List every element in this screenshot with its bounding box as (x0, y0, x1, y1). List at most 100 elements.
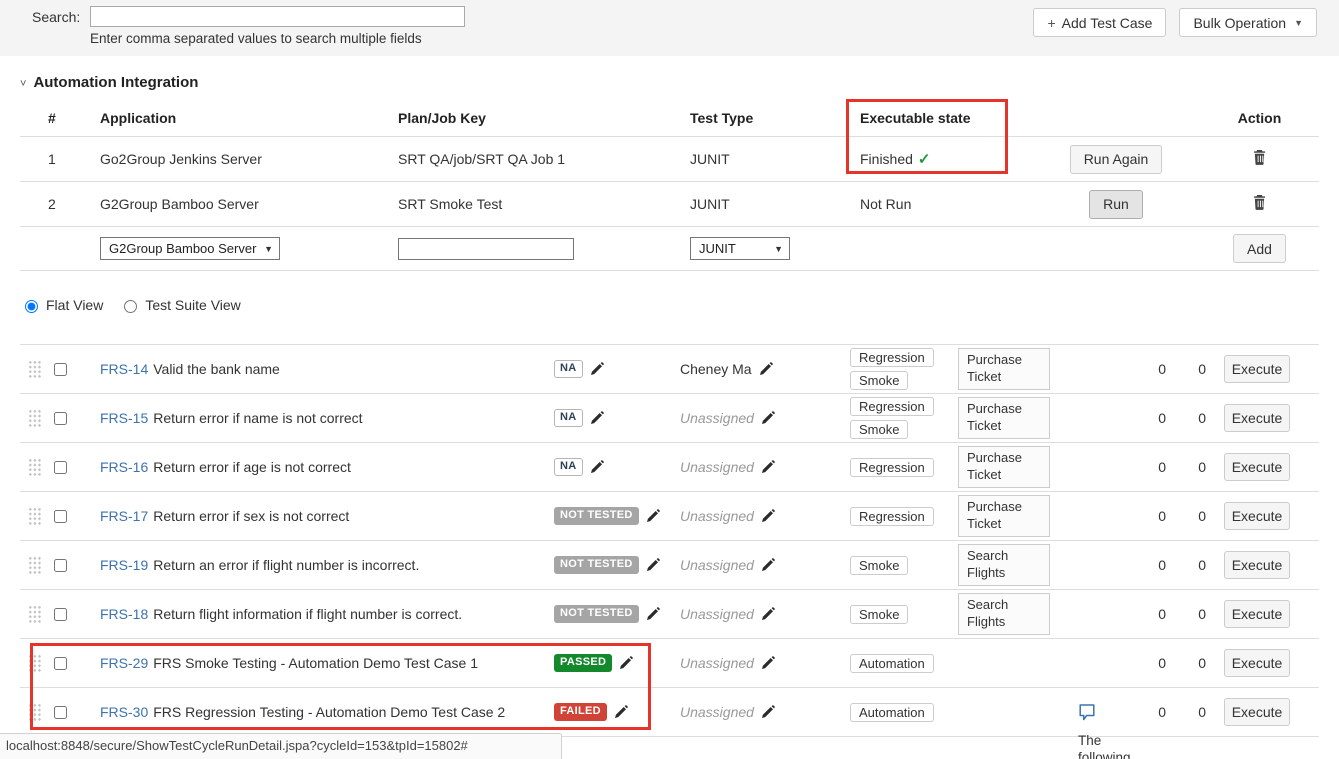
application-name: Go2Group Jenkins Server (80, 151, 378, 167)
edit-status-icon[interactable] (646, 509, 660, 523)
row-checkbox[interactable] (54, 363, 67, 376)
test-type-select[interactable]: JUNIT ▼ (690, 237, 790, 260)
test-suite-view-radio[interactable] (124, 300, 137, 313)
edit-assignee-icon[interactable] (761, 656, 775, 670)
test-case-summary: Return an error if flight number is inco… (153, 557, 419, 573)
test-case-link[interactable]: FRS-30 (100, 704, 148, 720)
test-case-link[interactable]: FRS-29 (100, 655, 148, 671)
test-suite-view-label: Test Suite View (145, 297, 240, 313)
flat-view-radio[interactable] (25, 300, 38, 313)
execute-button[interactable]: Execute (1224, 404, 1290, 432)
edit-assignee-icon[interactable] (761, 558, 775, 572)
row-checkbox[interactable] (54, 559, 67, 572)
execute-button[interactable]: Execute (1224, 600, 1290, 628)
drag-handle-icon[interactable] (28, 703, 42, 722)
col-action: Action (1200, 110, 1319, 126)
status-url-bar: localhost:8848/secure/ShowTestCycleRunDe… (0, 733, 562, 759)
col-application: Application (80, 110, 378, 126)
test-case-row: FRS-14Valid the bank name NA Cheney Ma R… (20, 345, 1319, 394)
execute-button[interactable]: Execute (1224, 355, 1290, 383)
add-test-case-label: Add Test Case (1062, 15, 1153, 31)
drag-handle-icon[interactable] (28, 654, 42, 673)
edit-status-icon[interactable] (646, 607, 660, 621)
row-checkbox[interactable] (54, 510, 67, 523)
label-tag: Smoke (850, 556, 908, 575)
application-select[interactable]: G2Group Bamboo Server ▼ (100, 237, 280, 260)
automation-integration-heading[interactable]: ˅Automation Integration (20, 74, 198, 91)
label-tag: Smoke (850, 420, 908, 439)
search-input[interactable] (90, 6, 465, 27)
assignee: Unassigned (680, 606, 754, 622)
group-box: Purchase Ticket (958, 348, 1050, 390)
edit-assignee-icon[interactable] (761, 607, 775, 621)
caret-down-icon: ▼ (774, 244, 783, 254)
drag-handle-icon[interactable] (28, 605, 42, 624)
executable-state: Finished✓ (840, 150, 1032, 168)
drag-handle-icon[interactable] (28, 360, 42, 379)
test-case-link[interactable]: FRS-19 (100, 557, 148, 573)
status-badge: NA (554, 360, 583, 378)
comment-icon[interactable] (1078, 703, 1096, 722)
execute-button[interactable]: Execute (1224, 502, 1290, 530)
execute-button[interactable]: Execute (1224, 453, 1290, 481)
edit-status-icon[interactable] (646, 558, 660, 572)
executable-state: Not Run (840, 196, 1032, 212)
delete-icon[interactable] (1253, 150, 1267, 166)
row-checkbox[interactable] (54, 657, 67, 670)
assignee: Unassigned (680, 459, 754, 475)
edit-assignee-icon[interactable] (761, 411, 775, 425)
count-a: 0 (1138, 459, 1172, 475)
row-checkbox[interactable] (54, 412, 67, 425)
test-case-link[interactable]: FRS-17 (100, 508, 148, 524)
row-checkbox[interactable] (54, 461, 67, 474)
group-box: Purchase Ticket (958, 446, 1050, 488)
execute-button[interactable]: Execute (1224, 551, 1290, 579)
label-tag: Regression (850, 397, 934, 416)
label-tag: Regression (850, 458, 934, 477)
drag-handle-icon[interactable] (28, 409, 42, 428)
test-type-select-value: JUNIT (699, 241, 736, 256)
edit-assignee-icon[interactable] (759, 362, 773, 376)
toolbar-buttons: + Add Test Case Bulk Operation ▼ (1033, 8, 1317, 37)
test-case-link[interactable]: FRS-18 (100, 606, 148, 622)
edit-assignee-icon[interactable] (761, 509, 775, 523)
execute-button[interactable]: Execute (1224, 649, 1290, 677)
application-name: G2Group Bamboo Server (80, 196, 378, 212)
bulk-operation-button[interactable]: Bulk Operation ▼ (1179, 8, 1317, 37)
add-test-case-button[interactable]: + Add Test Case (1033, 8, 1166, 37)
execute-button[interactable]: Execute (1224, 698, 1290, 726)
test-case-summary: Return flight information if flight numb… (153, 606, 462, 622)
col-num: # (20, 110, 80, 126)
plan-job-key-input[interactable] (398, 238, 574, 260)
drag-handle-icon[interactable] (28, 458, 42, 477)
test-case-table: FRS-14Valid the bank name NA Cheney Ma R… (20, 344, 1319, 737)
status-badge: NA (554, 458, 583, 476)
assignee: Cheney Ma (680, 361, 752, 377)
edit-status-icon[interactable] (590, 460, 604, 474)
group-box: Search Flights (958, 593, 1050, 635)
test-case-link[interactable]: FRS-16 (100, 459, 148, 475)
edit-status-icon[interactable] (619, 656, 633, 670)
row-checkbox[interactable] (54, 608, 67, 621)
drag-handle-icon[interactable] (28, 556, 42, 575)
edit-assignee-icon[interactable] (761, 460, 775, 474)
test-cycle-page: Search: Enter comma separated values to … (0, 0, 1339, 759)
row-checkbox[interactable] (54, 706, 67, 719)
drag-handle-icon[interactable] (28, 507, 42, 526)
test-case-link[interactable]: FRS-15 (100, 410, 148, 426)
test-case-link[interactable]: FRS-14 (100, 361, 148, 377)
section-title-text: Automation Integration (33, 74, 198, 91)
add-button[interactable]: Add (1233, 234, 1286, 263)
edit-assignee-icon[interactable] (761, 705, 775, 719)
edit-status-icon[interactable] (590, 411, 604, 425)
assignee: Unassigned (680, 410, 754, 426)
test-suite-view-option[interactable]: Test Suite View (119, 297, 240, 313)
edit-status-icon[interactable] (590, 362, 604, 376)
delete-icon[interactable] (1253, 195, 1267, 211)
edit-status-icon[interactable] (614, 705, 628, 719)
test-case-row: FRS-15Return error if name is not correc… (20, 394, 1319, 443)
test-case-summary: FRS Regression Testing - Automation Demo… (153, 704, 505, 720)
run-button[interactable]: Run (1089, 190, 1143, 219)
flat-view-option[interactable]: Flat View (20, 297, 103, 313)
run-again-button[interactable]: Run Again (1070, 145, 1163, 174)
